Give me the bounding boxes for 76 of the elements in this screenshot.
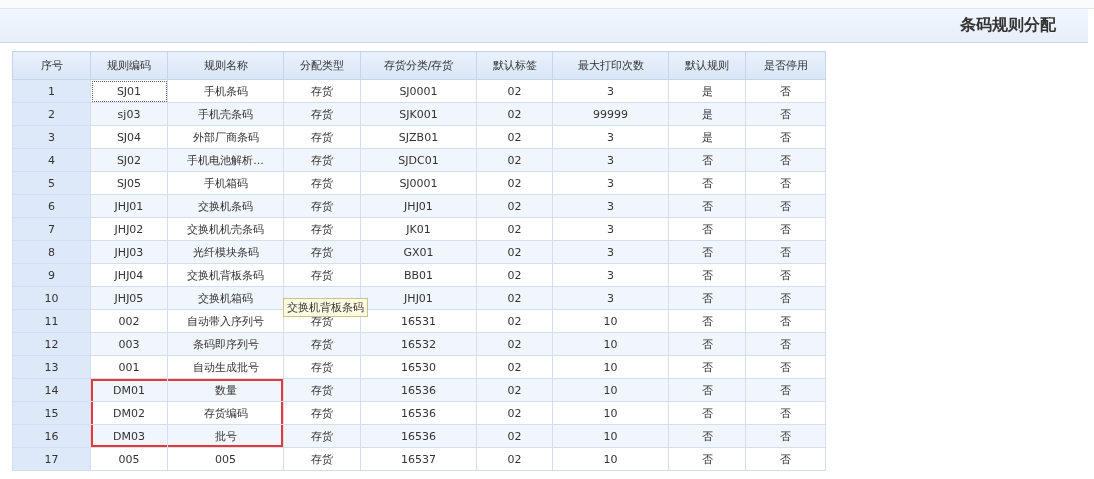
table-cell: SJ0001	[360, 171, 477, 195]
table-cell: 3	[552, 79, 669, 103]
row-number: 16	[12, 424, 91, 448]
table-cell: 16530	[360, 355, 477, 379]
table-cell: 手机壳条码	[167, 102, 284, 126]
column-header[interactable]: 规则名称	[167, 51, 284, 80]
row-number: 15	[12, 401, 91, 425]
column-header[interactable]: 是否停用	[745, 51, 826, 80]
table-cell: 10	[552, 309, 669, 333]
row-number: 1	[12, 79, 91, 103]
row-number: 7	[12, 217, 91, 241]
table-cell: 16532	[360, 332, 477, 356]
table-cell: SJDC01	[360, 148, 477, 172]
row-number: 12	[12, 332, 91, 356]
table-cell: BB01	[360, 263, 477, 287]
row-number: 3	[12, 125, 91, 149]
table-cell: 16537	[360, 447, 477, 471]
table-cell: 10	[552, 424, 669, 448]
table-cell: 手机电池解析...	[167, 148, 284, 172]
table-cell: 005	[167, 447, 284, 471]
row-number: 6	[12, 194, 91, 218]
row-number: 4	[12, 148, 91, 172]
table-cell: JHJ01	[360, 194, 477, 218]
table-cell: 10	[552, 332, 669, 356]
table-cell: 自动生成批号	[167, 355, 284, 379]
row-number: 11	[12, 309, 91, 333]
table-cell: 3	[552, 217, 669, 241]
table-cell: 存货编码	[167, 401, 284, 425]
row-number: 5	[12, 171, 91, 195]
table-cell: 批号	[167, 424, 284, 448]
table-cell: 10	[552, 401, 669, 425]
table-cell: 条码即序列号	[167, 332, 284, 356]
column-header[interactable]: 存货分类/存货	[360, 51, 477, 80]
row-number: 17	[12, 447, 91, 471]
column-header[interactable]: 最大打印次数	[552, 51, 669, 80]
window-title: 条码规则分配	[960, 15, 1056, 36]
table-cell: 3	[552, 286, 669, 310]
column-header[interactable]: 序号	[12, 51, 91, 80]
table-cell: 99999	[552, 102, 669, 126]
table-cell: 3	[552, 148, 669, 172]
row-number: 8	[12, 240, 91, 264]
table-cell: 手机条码	[167, 79, 284, 103]
table-cell: SJZB01	[360, 125, 477, 149]
row-number: 14	[12, 378, 91, 402]
table-cell: 3	[552, 194, 669, 218]
row-number: 2	[12, 102, 91, 126]
column-header[interactable]: 默认规则	[668, 51, 746, 80]
column-header[interactable]: 规则编码	[90, 51, 168, 80]
table-cell: 10	[552, 447, 669, 471]
table-cell: 交换机条码	[167, 194, 284, 218]
row-number: 9	[12, 263, 91, 287]
table-cell: 自动带入序列号	[167, 309, 284, 333]
table-cell: 交换机机壳条码	[167, 217, 284, 241]
table-cell: 10	[552, 355, 669, 379]
table-cell: 光纤模块条码	[167, 240, 284, 264]
table-cell: GX01	[360, 240, 477, 264]
table-cell: 交换机背板条码	[167, 263, 284, 287]
row-number: 13	[12, 355, 91, 379]
table-cell: JK01	[360, 217, 477, 241]
table-cell: 手机箱码	[167, 171, 284, 195]
table-cell: 外部厂商条码	[167, 125, 284, 149]
table-cell: 16536	[360, 378, 477, 402]
column-header[interactable]: 分配类型	[283, 51, 361, 80]
table-cell: 数量	[167, 378, 284, 402]
table-cell: 3	[552, 125, 669, 149]
table-cell: 3	[552, 240, 669, 264]
table-cell: 10	[552, 378, 669, 402]
table-cell: 16536	[360, 401, 477, 425]
table-cell: 3	[552, 171, 669, 195]
table-cell: 16536	[360, 424, 477, 448]
table-cell: 交换机箱码	[167, 286, 284, 310]
table-cell: SJ0001	[360, 79, 477, 103]
column-header[interactable]: 默认标签	[476, 51, 553, 80]
table-cell: 3	[552, 263, 669, 287]
table-cell: SJK001	[360, 102, 477, 126]
row-number: 10	[12, 286, 91, 310]
